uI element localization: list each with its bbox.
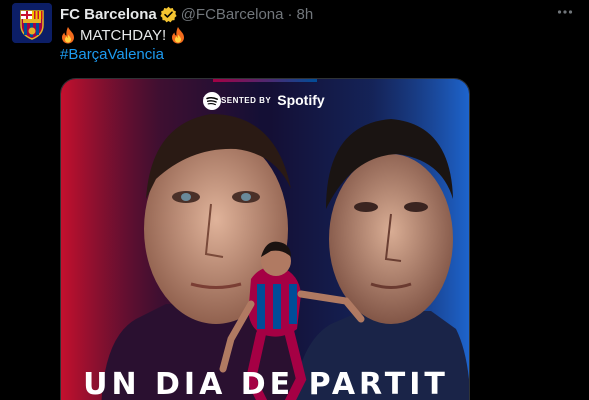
spotify-icon xyxy=(203,92,221,110)
poster-headline: UN DIA DE PARTIT xyxy=(83,367,449,400)
sponsor-name: Spotify xyxy=(277,92,325,108)
presented-by-banner: PRESENTED BY Spotify xyxy=(203,92,325,110)
matchday-poster-artwork xyxy=(61,79,469,400)
accent-bar xyxy=(213,79,317,82)
tweet-text-content: MATCHDAY! xyxy=(80,26,167,44)
fc-barcelona-crest-icon xyxy=(12,3,52,43)
author-name[interactable]: FC Barcelona xyxy=(60,6,157,23)
tweet-media-image[interactable]: PRESENTED BY Spotify UN DIA DE PARTIT xyxy=(60,78,470,400)
separator: · xyxy=(287,5,293,23)
fire-emoji-icon xyxy=(62,27,74,44)
author-handle[interactable]: @FCBarcelona xyxy=(181,6,284,23)
tweet[interactable]: FC Barcelona @FCBarcelona · 8h MATCHDAY!… xyxy=(0,0,589,400)
tweet-header: FC Barcelona @FCBarcelona · 8h xyxy=(60,4,313,24)
verified-badge-icon[interactable] xyxy=(160,6,177,23)
hashtag-link[interactable]: #BarçaValencia xyxy=(60,45,164,65)
more-options-icon[interactable] xyxy=(555,2,575,22)
fire-emoji-icon xyxy=(172,27,185,44)
tweet-text: MATCHDAY! xyxy=(60,25,186,45)
timestamp[interactable]: 8h xyxy=(296,6,313,23)
avatar[interactable] xyxy=(12,3,52,43)
